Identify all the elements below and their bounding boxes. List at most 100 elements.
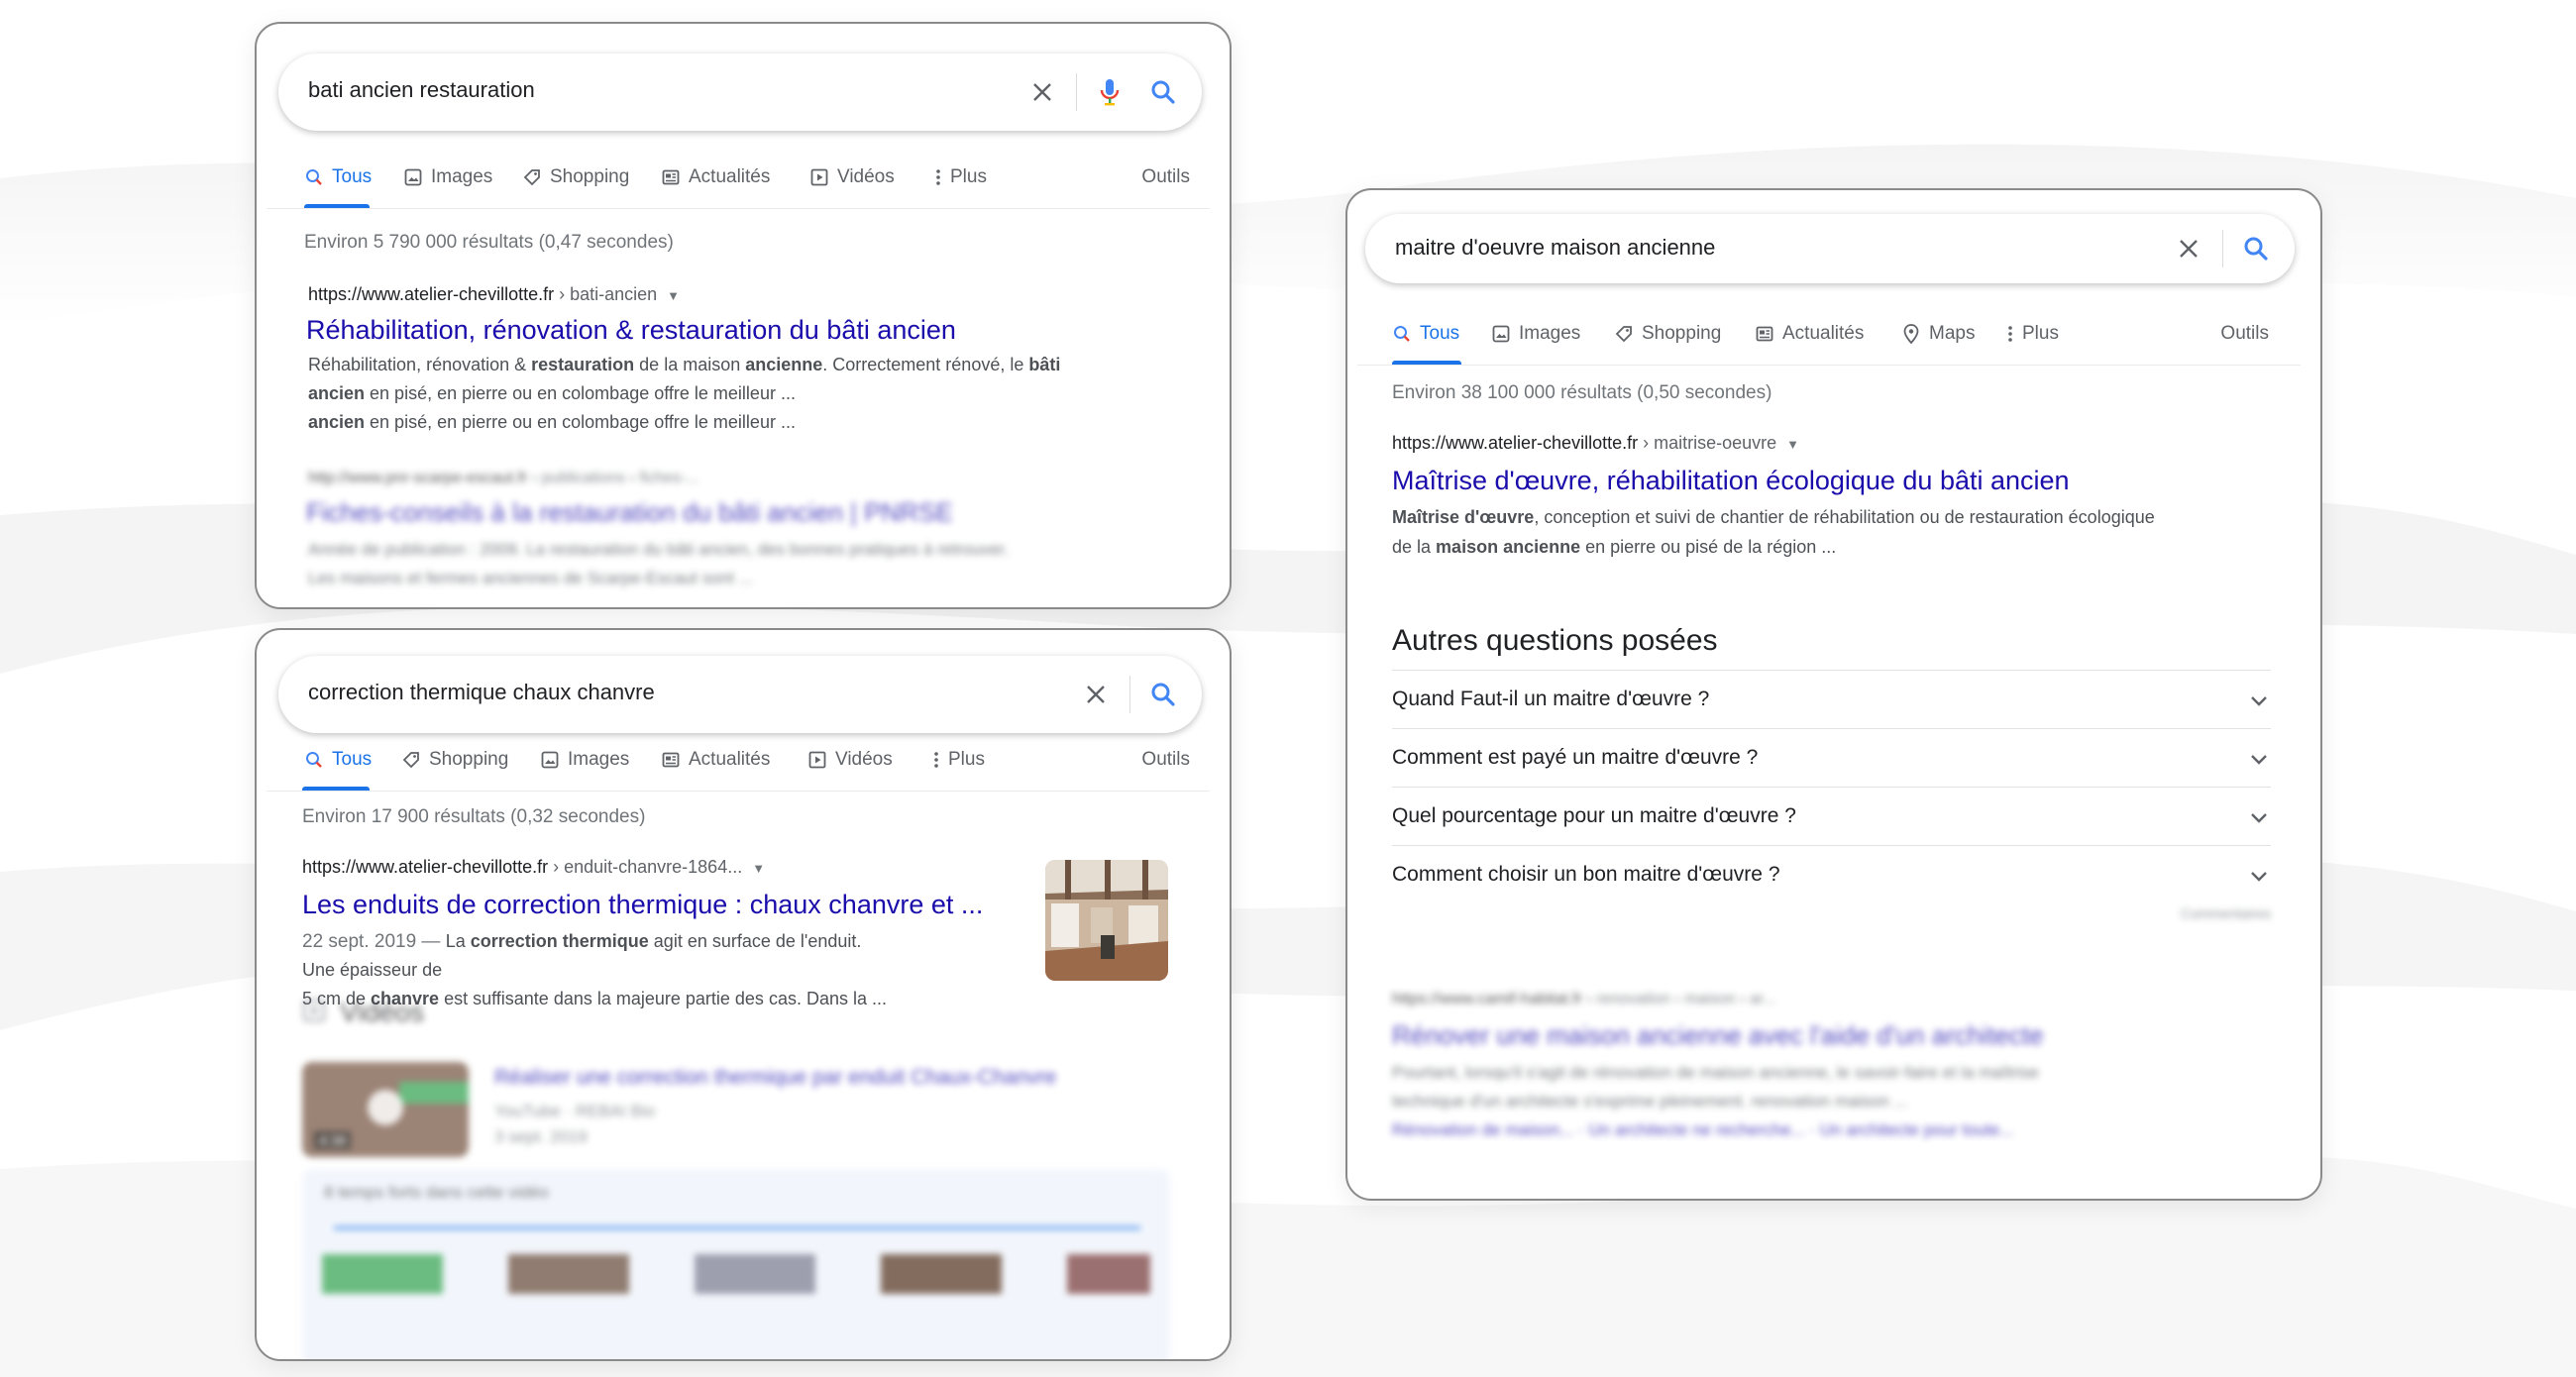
tab-plus[interactable]: Plus <box>934 166 987 188</box>
tools-button[interactable]: Outils <box>1141 166 1190 188</box>
search-box[interactable]: maitre d'oeuvre maison ancienne <box>1365 214 2295 283</box>
search-icon <box>1392 324 1412 344</box>
clear-icon[interactable] <box>1025 75 1059 109</box>
tab-tous[interactable]: Tous <box>1392 323 1459 345</box>
video-source: YouTube · REBAI Bio <box>494 1102 656 1120</box>
news-icon <box>661 167 681 187</box>
search-icon[interactable] <box>1146 678 1180 711</box>
result-title-link[interactable]: Les enduits de correction thermique : ch… <box>302 890 983 920</box>
tabs-divider <box>267 791 1210 792</box>
moment-thumbnail[interactable] <box>322 1254 443 1294</box>
moment-thumbnail[interactable] <box>1067 1254 1150 1294</box>
clear-icon[interactable] <box>1079 678 1113 711</box>
tab-images[interactable]: Images <box>540 749 629 771</box>
tab-label: Maps <box>1929 323 1976 344</box>
image-icon <box>403 167 423 187</box>
tab-actualites[interactable]: Actualités <box>661 166 770 188</box>
tab-label: Images <box>1519 323 1581 344</box>
result-title-link[interactable]: Maîtrise d'œuvre, réhabilitation écologi… <box>1392 466 2070 496</box>
url-domain: https://www.atelier-chevillotte.fr <box>1392 433 1639 453</box>
tab-label: Tous <box>1420 323 1460 344</box>
result-snippet: Réhabilitation, rénovation & restauratio… <box>308 355 1061 432</box>
more-vert-icon <box>932 750 940 770</box>
result-thumbnail[interactable] <box>1045 860 1168 981</box>
more-vert-icon <box>2006 324 2014 344</box>
image-icon <box>540 750 560 770</box>
tab-actualites[interactable]: Actualités <box>661 749 770 771</box>
result-title-link[interactable]: Fiches-conseils à la restauration du bât… <box>306 497 953 528</box>
paa-question-text: Quel pourcentage pour un maitre d'œuvre … <box>1392 804 1796 827</box>
tab-plus[interactable]: Plus <box>2006 323 2059 345</box>
mic-icon[interactable] <box>1093 75 1127 109</box>
result-title-link[interactable]: Rénover une maison ancienne avec l'aide … <box>1392 1020 2043 1051</box>
result-stats: Environ 38 100 000 résultats (0,50 secon… <box>1392 382 1772 403</box>
result-stats: Environ 5 790 000 résultats (0,47 second… <box>304 232 674 253</box>
search-panel-correction-thermique: correction thermique chaux chanvre Tous … <box>255 628 1232 1361</box>
chevron-down-icon[interactable] <box>2247 747 2271 771</box>
tab-tous[interactable]: Tous <box>304 166 372 188</box>
search-input[interactable]: correction thermique chaux chanvre <box>308 680 655 705</box>
paa-question[interactable]: Quel pourcentage pour un maitre d'œuvre … <box>1392 787 2271 846</box>
tools-label: Outils <box>1141 166 1190 187</box>
search-icon <box>304 750 324 770</box>
result-url[interactable]: http://www.pnr-scarpe-escaut.fr › public… <box>308 470 699 487</box>
tools-button[interactable]: Outils <box>2220 323 2269 345</box>
caret-down-icon[interactable]: ▼ <box>1786 437 1799 452</box>
tab-videos[interactable]: Vidéos <box>807 749 893 771</box>
moment-thumbnail[interactable] <box>881 1254 1002 1294</box>
videos-heading: Vidéos <box>340 997 425 1027</box>
tab-label: Tous <box>332 166 373 187</box>
tab-images[interactable]: Images <box>403 166 492 188</box>
caret-down-icon[interactable]: ▼ <box>752 861 765 876</box>
search-divider <box>1076 73 1077 111</box>
tab-shopping[interactable]: Shopping <box>1614 323 1721 345</box>
video-title-link[interactable]: Réaliser une correction thermique par en… <box>494 1066 1056 1090</box>
tab-shopping[interactable]: Shopping <box>522 166 629 188</box>
result-title-link[interactable]: Réhabilitation, rénovation & restauratio… <box>306 315 956 346</box>
tab-tous[interactable]: Tous <box>304 749 372 771</box>
key-moments-label: 8 temps forts dans cette vidéo <box>324 1183 549 1202</box>
caret-down-icon[interactable]: ▼ <box>667 288 680 303</box>
pin-icon <box>1901 324 1921 344</box>
chevron-down-icon[interactable] <box>2247 688 2271 712</box>
tools-button[interactable]: Outils <box>1141 749 1190 771</box>
tab-actualites[interactable]: Actualités <box>1755 323 1864 345</box>
tag-icon <box>401 750 421 770</box>
search-box[interactable]: bati ancien restauration <box>278 53 1202 131</box>
result-url[interactable]: https://www.atelier-chevillotte.fr › mai… <box>1392 433 1799 454</box>
tab-plus[interactable]: Plus <box>932 749 985 771</box>
url-breadcrumb: › maitrise-oeuvre <box>1638 433 1777 453</box>
tabs-divider <box>1357 365 2301 366</box>
feedback-link[interactable]: Commentaires <box>2181 905 2271 921</box>
tab-label: Vidéos <box>837 166 895 187</box>
chevron-down-icon[interactable] <box>2247 864 2271 888</box>
search-input[interactable]: bati ancien restauration <box>308 77 535 103</box>
url-domain: https://www.atelier-chevillotte.fr <box>308 284 555 304</box>
moment-thumbnail[interactable] <box>508 1254 629 1294</box>
news-icon <box>1755 324 1774 344</box>
clear-icon[interactable] <box>2172 232 2205 265</box>
tab-shopping[interactable]: Shopping <box>401 749 508 771</box>
search-icon[interactable] <box>1146 75 1180 109</box>
moment-thumbnail[interactable] <box>695 1254 815 1294</box>
search-box[interactable]: correction thermique chaux chanvre <box>278 656 1202 733</box>
tab-label: Plus <box>950 166 987 187</box>
chevron-down-icon[interactable] <box>2247 805 2271 829</box>
tab-maps[interactable]: Maps <box>1901 323 1975 345</box>
tab-videos[interactable]: Vidéos <box>809 166 895 188</box>
search-panel-bati-ancien: bati ancien restauration Tous Images Sho… <box>255 22 1232 609</box>
search-icon <box>304 167 324 187</box>
video-thumbnail[interactable]: 4:38 <box>302 1062 469 1157</box>
paa-question[interactable]: Comment est payé un maitre d'œuvre ? <box>1392 728 2271 788</box>
video-date: 3 sept. 2019 <box>494 1127 588 1146</box>
result-url[interactable]: https://www.atelier-chevillotte.fr › bat… <box>308 284 680 305</box>
result-url[interactable]: https://www.camif-habitat.fr › renovatio… <box>1392 991 1776 1008</box>
search-input[interactable]: maitre d'oeuvre maison ancienne <box>1395 235 1715 261</box>
paa-question[interactable]: Quand Faut-il un maitre d'œuvre ? <box>1392 670 2271 729</box>
result-url[interactable]: https://www.atelier-chevillotte.fr › end… <box>302 857 765 878</box>
search-icon[interactable] <box>2239 232 2273 265</box>
result-stats: Environ 17 900 résultats (0,32 secondes) <box>302 806 646 827</box>
tag-icon <box>1614 324 1634 344</box>
paa-question[interactable]: Comment choisir un bon maitre d'œuvre ? <box>1392 845 2271 904</box>
tab-images[interactable]: Images <box>1491 323 1580 345</box>
